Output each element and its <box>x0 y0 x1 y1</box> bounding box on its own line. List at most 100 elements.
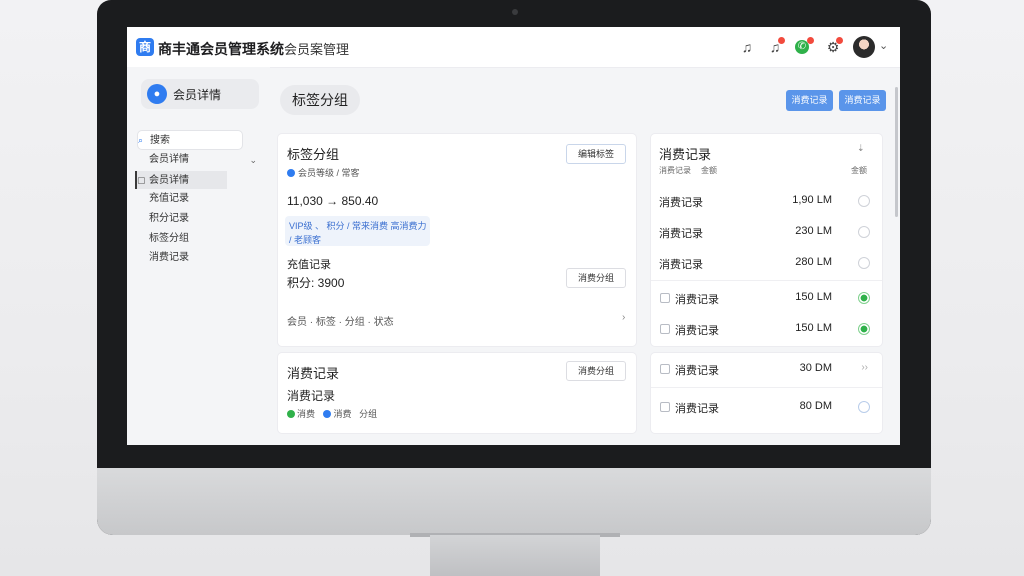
sidebar-item-member-detail[interactable]: 会员详情 ⌄ <box>137 151 267 169</box>
header-button-1[interactable]: 消费记录 <box>786 90 833 111</box>
records-card-2: 消费记录 30 DM ›› 消费记录 80 DM <box>651 353 882 433</box>
row-amount: 30 DM <box>799 362 832 374</box>
sidebar: ● 会员详情 ⌕ 搜索 会员详情 ⌄ ▢ 会员详情 充值记录 积分记录 标签分组 消… <box>127 67 270 445</box>
top-bar: 商 商丰通会员管理系统会员案管理 ♫ ♫ ✆ ⚙ ⌄ <box>127 27 900 68</box>
folder-icon: ▢ <box>137 175 146 185</box>
sidebar-item-member-detail-active[interactable]: ▢ 会员详情 <box>135 171 227 189</box>
consume-group-button[interactable]: 消费分组 <box>566 268 626 288</box>
row-label: 消费记录 <box>675 365 719 377</box>
row-label: 消费记录 <box>659 259 703 271</box>
chevron-down-icon: ⌄ <box>249 155 257 165</box>
divider <box>651 387 882 388</box>
radio-button-selected[interactable] <box>858 323 870 335</box>
list-item[interactable]: 消费记录 150 LM <box>651 282 882 313</box>
radio-button[interactable] <box>858 257 870 269</box>
row-label: 消费记录 <box>659 228 703 240</box>
row-amount: 80 DM <box>799 400 832 412</box>
phone-badge <box>807 37 814 44</box>
row-amount: 150 LM <box>795 291 832 303</box>
sort-icon[interactable]: ⇣ <box>857 143 865 154</box>
tags-card: 标签分组 编辑标签 会员等级 / 常客 11,030 → 850.40 VIP级… <box>278 134 636 346</box>
page-title-tab[interactable]: 标签分组 <box>280 85 360 115</box>
cart-badge <box>836 37 843 44</box>
chevron-down-icon[interactable]: ⌄ <box>879 39 888 52</box>
list-item[interactable]: 消费记录 280 LM <box>651 247 882 278</box>
row-amount: 280 LM <box>795 256 832 268</box>
records-right-header: 金额 <box>851 166 867 175</box>
scrollbar[interactable] <box>895 87 898 217</box>
app-subtitle: 会员案管理 <box>284 42 350 57</box>
tag-dot-icon <box>287 410 295 418</box>
user-icon: ● <box>147 84 167 104</box>
notification-badge <box>778 37 785 44</box>
radio-button[interactable] <box>858 195 870 207</box>
edit-tags-button[interactable]: 编辑标签 <box>566 144 626 164</box>
sidebar-item-label: 消费记录 <box>149 252 189 263</box>
chevron-right-icon[interactable]: › <box>622 312 625 323</box>
sidebar-item-label: 会员详情 <box>149 154 189 165</box>
row-label: 消费记录 <box>675 294 719 306</box>
tag-chip-line-1: VIP级 、 积分 / 常来消费 高消费力 <box>289 221 427 231</box>
row-amount: 230 LM <box>795 225 832 237</box>
checkbox[interactable] <box>660 364 670 374</box>
tags-card-title: 标签分组 <box>287 147 340 162</box>
records-column-2: 金额 <box>701 166 717 175</box>
sidebar-search[interactable]: ⌕ 搜索 <box>137 130 243 150</box>
list-item[interactable]: 消费记录 230 LM <box>651 216 882 247</box>
consume-card-subtitle: 消费记录 <box>287 389 336 403</box>
search-icon: ⌕ <box>138 135 144 145</box>
row-label: 消费记录 <box>659 197 703 209</box>
radio-icon[interactable] <box>858 401 870 413</box>
bell-icon[interactable]: ♫ <box>738 38 756 56</box>
monitor-stand <box>430 535 600 576</box>
checkbox[interactable] <box>660 293 670 303</box>
sidebar-search-label: 搜索 <box>150 135 170 146</box>
camera-icon <box>512 9 518 15</box>
list-item[interactable]: 消费记录 80 DM <box>651 391 882 422</box>
section-value: 积分: 3900 <box>287 276 345 290</box>
sidebar-item-points[interactable]: 积分记录 <box>137 210 279 228</box>
row-label: 消费记录 <box>675 403 719 415</box>
app-title: 商丰通会员管理系统会员案管理 <box>158 39 349 59</box>
sidebar-item-recharge[interactable]: 充值记录 <box>137 190 279 208</box>
sidebar-item-consume[interactable]: 消费记录 <box>137 249 279 267</box>
app-logo-icon[interactable]: 商 <box>136 38 154 56</box>
monitor-chin <box>97 468 931 535</box>
sidebar-profile[interactable]: ● 会员详情 <box>141 79 259 109</box>
radio-button-selected[interactable] <box>858 292 870 304</box>
amount-line: 11,030 → 850.40 <box>287 194 379 208</box>
app-name: 商丰通会员管理系统 <box>158 41 284 57</box>
header-button-2[interactable]: 消费记录 <box>839 90 886 111</box>
row-label: 消费记录 <box>675 325 719 337</box>
tags-footer: 会员 · 标签 · 分组 · 状态 <box>287 317 394 328</box>
checkbox[interactable] <box>660 324 670 334</box>
checkbox[interactable] <box>660 402 670 412</box>
sidebar-item-label: 标签分组 <box>149 233 189 244</box>
screen: 商 商丰通会员管理系统会员案管理 ♫ ♫ ✆ ⚙ ⌄ ● 会员详情 ⌕ 搜索 会员… <box>127 27 900 445</box>
row-amount: 1,90 LM <box>792 194 832 206</box>
list-item[interactable]: 消费记录 1,90 LM <box>651 185 882 216</box>
records-column-1: 消费记录 <box>659 166 691 175</box>
chevron-right-icon[interactable]: ›› <box>861 362 868 373</box>
row-amount: 150 LM <box>795 322 832 334</box>
tag-dot-icon <box>287 169 295 177</box>
records-title: 消费记录 <box>659 147 712 162</box>
user-avatar[interactable] <box>853 36 875 58</box>
tag-chip[interactable]: VIP级 、 积分 / 常来消费 高消费力 / 老顾客 <box>285 216 430 246</box>
list-item[interactable]: 消费记录 150 LM <box>651 313 882 344</box>
list-item[interactable]: 消费记录 30 DM ›› <box>651 353 882 384</box>
consume-card-button[interactable]: 消费分组 <box>566 361 626 381</box>
sidebar-item-label: 积分记录 <box>149 213 189 224</box>
consume-tags: 消费 消费 分组 <box>287 407 377 420</box>
sidebar-profile-label: 会员详情 <box>173 88 222 102</box>
tags-meta: 会员等级 / 常客 <box>287 166 360 179</box>
sidebar-item-label: 会员详情 <box>149 175 189 186</box>
consume-card-title: 消费记录 <box>287 366 340 381</box>
sidebar-item-tags[interactable]: 标签分组 <box>137 230 279 248</box>
divider <box>651 280 882 281</box>
records-card: 消费记录 ⇣ 消费记录 金额 金额 消费记录 1,90 LM 消费记录 230 … <box>651 134 882 346</box>
section-label: 充值记录 <box>287 259 331 271</box>
tag-dot-icon <box>322 410 331 418</box>
radio-button[interactable] <box>858 226 870 238</box>
tag-chip-line-2: / 老顾客 <box>289 235 322 245</box>
